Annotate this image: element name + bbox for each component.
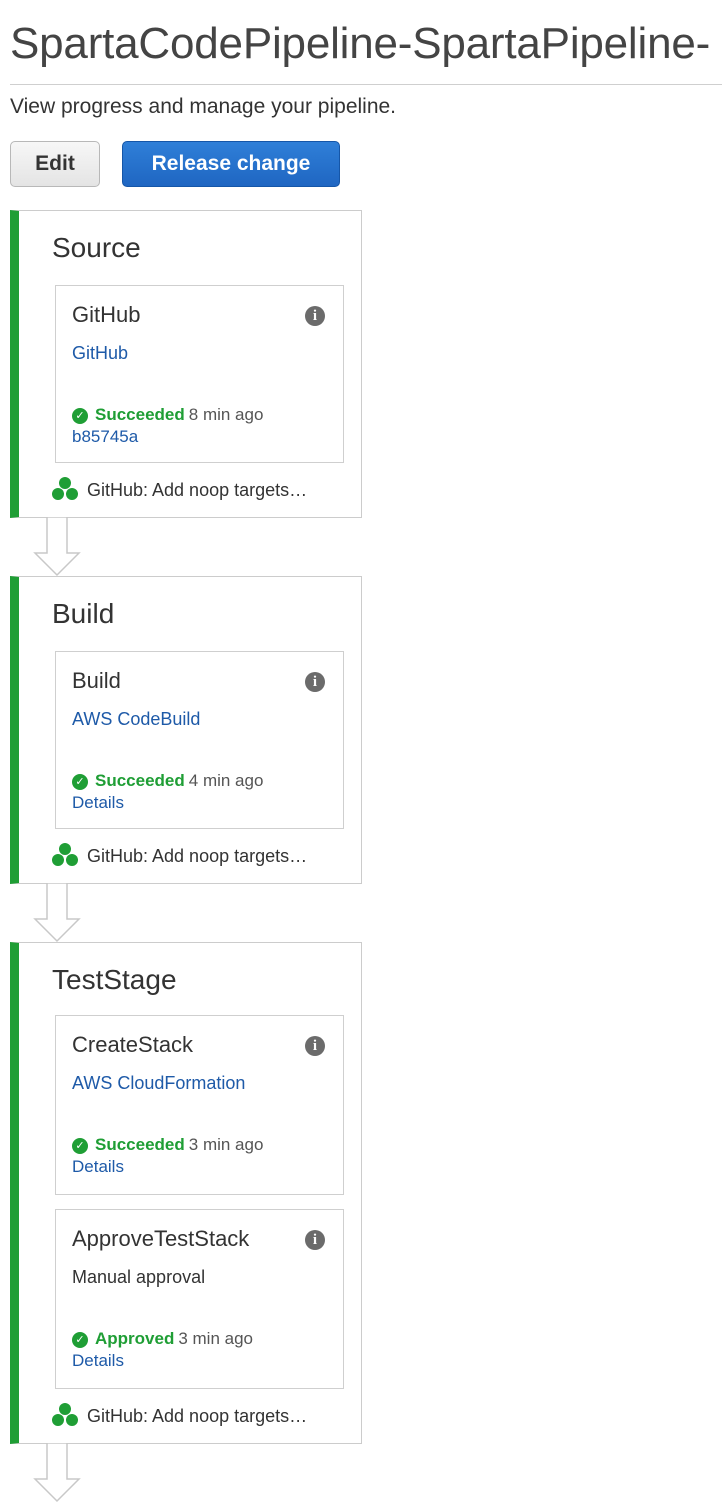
revision-text: GitHub: Add noop targets… bbox=[87, 1406, 308, 1426]
status-text: Succeeded bbox=[95, 1135, 185, 1154]
down-arrow-icon bbox=[33, 517, 81, 577]
check-circle-icon: ✓ bbox=[72, 774, 88, 790]
status-row: ✓ Succeeded 4 min ago bbox=[72, 770, 263, 792]
edit-button[interactable]: Edit bbox=[10, 141, 100, 187]
stage-name: Build bbox=[52, 598, 115, 629]
info-icon[interactable]: i bbox=[305, 306, 325, 326]
revision-cluster-icon bbox=[52, 1403, 78, 1427]
page-title: SpartaCodePipeline-SpartaPipeline- bbox=[10, 19, 711, 68]
revision-summary[interactable]: GitHub: Add noop targets… bbox=[52, 843, 307, 867]
status-text: Approved bbox=[95, 1329, 175, 1348]
title-divider bbox=[10, 84, 722, 85]
provider-link[interactable]: AWS CloudFormation bbox=[72, 1072, 245, 1094]
revision-text: GitHub: Add noop targets… bbox=[87, 480, 308, 500]
action-name: ApproveTestStack bbox=[72, 1226, 250, 1251]
status-text: Succeeded bbox=[95, 771, 185, 790]
status-time: 3 min ago bbox=[178, 1329, 254, 1348]
action-name: CreateStack bbox=[72, 1032, 194, 1057]
info-icon[interactable]: i bbox=[305, 1036, 325, 1056]
action-card: CreateStack i AWS CloudFormation ✓ Succee… bbox=[55, 1015, 344, 1195]
revision-text: GitHub: Add noop targets… bbox=[87, 846, 308, 866]
revision-cluster-icon bbox=[52, 477, 78, 501]
down-arrow-icon bbox=[33, 1443, 81, 1503]
revision-summary[interactable]: GitHub: Add noop targets… bbox=[52, 1403, 307, 1427]
down-arrow-icon bbox=[33, 883, 81, 943]
check-circle-icon: ✓ bbox=[72, 1138, 88, 1154]
revision-summary[interactable]: GitHub: Add noop targets… bbox=[52, 477, 307, 501]
stage-name: TestStage bbox=[52, 964, 177, 995]
release-change-button[interactable]: Release change bbox=[122, 141, 340, 187]
status-row: ✓ Approved 3 min ago bbox=[72, 1328, 253, 1350]
stage-teststage: TestStage CreateStack i AWS CloudFormati… bbox=[10, 942, 362, 1444]
stage-source: Source GitHub i GitHub ✓ Succeeded 8 min a… bbox=[10, 210, 362, 518]
status-row: ✓ Succeeded 3 min ago bbox=[72, 1134, 263, 1156]
status-time: 8 min ago bbox=[188, 405, 264, 424]
revision-cluster-icon bbox=[52, 843, 78, 867]
action-card: GitHub i GitHub ✓ Succeeded 8 min ago b857… bbox=[55, 285, 344, 463]
info-icon[interactable]: i bbox=[305, 1230, 325, 1250]
page-subtitle: View progress and manage your pipeline. bbox=[10, 95, 397, 118]
status-row: ✓ Succeeded 8 min ago bbox=[72, 404, 263, 426]
status-time: 4 min ago bbox=[188, 771, 264, 790]
stage-name: Source bbox=[52, 232, 141, 263]
status-text: Succeeded bbox=[95, 405, 185, 424]
provider-label: Manual approval bbox=[72, 1267, 206, 1287]
revision-id-link[interactable]: b85745a bbox=[72, 426, 138, 448]
info-icon[interactable]: i bbox=[305, 672, 325, 692]
action-card: ApproveTestStack i Manual approval ✓ Appr… bbox=[55, 1209, 344, 1389]
details-link[interactable]: Details bbox=[72, 1350, 124, 1372]
provider-link[interactable]: AWS CodeBuild bbox=[72, 708, 200, 730]
action-name: GitHub bbox=[72, 302, 141, 327]
status-time: 3 min ago bbox=[188, 1135, 264, 1154]
action-card: Build i AWS CodeBuild ✓ Succeeded 4 min ag… bbox=[55, 651, 344, 829]
action-name: Build bbox=[72, 668, 121, 693]
provider-link[interactable]: GitHub bbox=[72, 342, 128, 364]
check-circle-icon: ✓ bbox=[72, 1332, 88, 1348]
details-link[interactable]: Details bbox=[72, 792, 124, 814]
check-circle-icon: ✓ bbox=[72, 408, 88, 424]
details-link[interactable]: Details bbox=[72, 1156, 124, 1178]
stage-build: Build Build i AWS CodeBuild ✓ Succeeded 4 … bbox=[10, 576, 362, 884]
